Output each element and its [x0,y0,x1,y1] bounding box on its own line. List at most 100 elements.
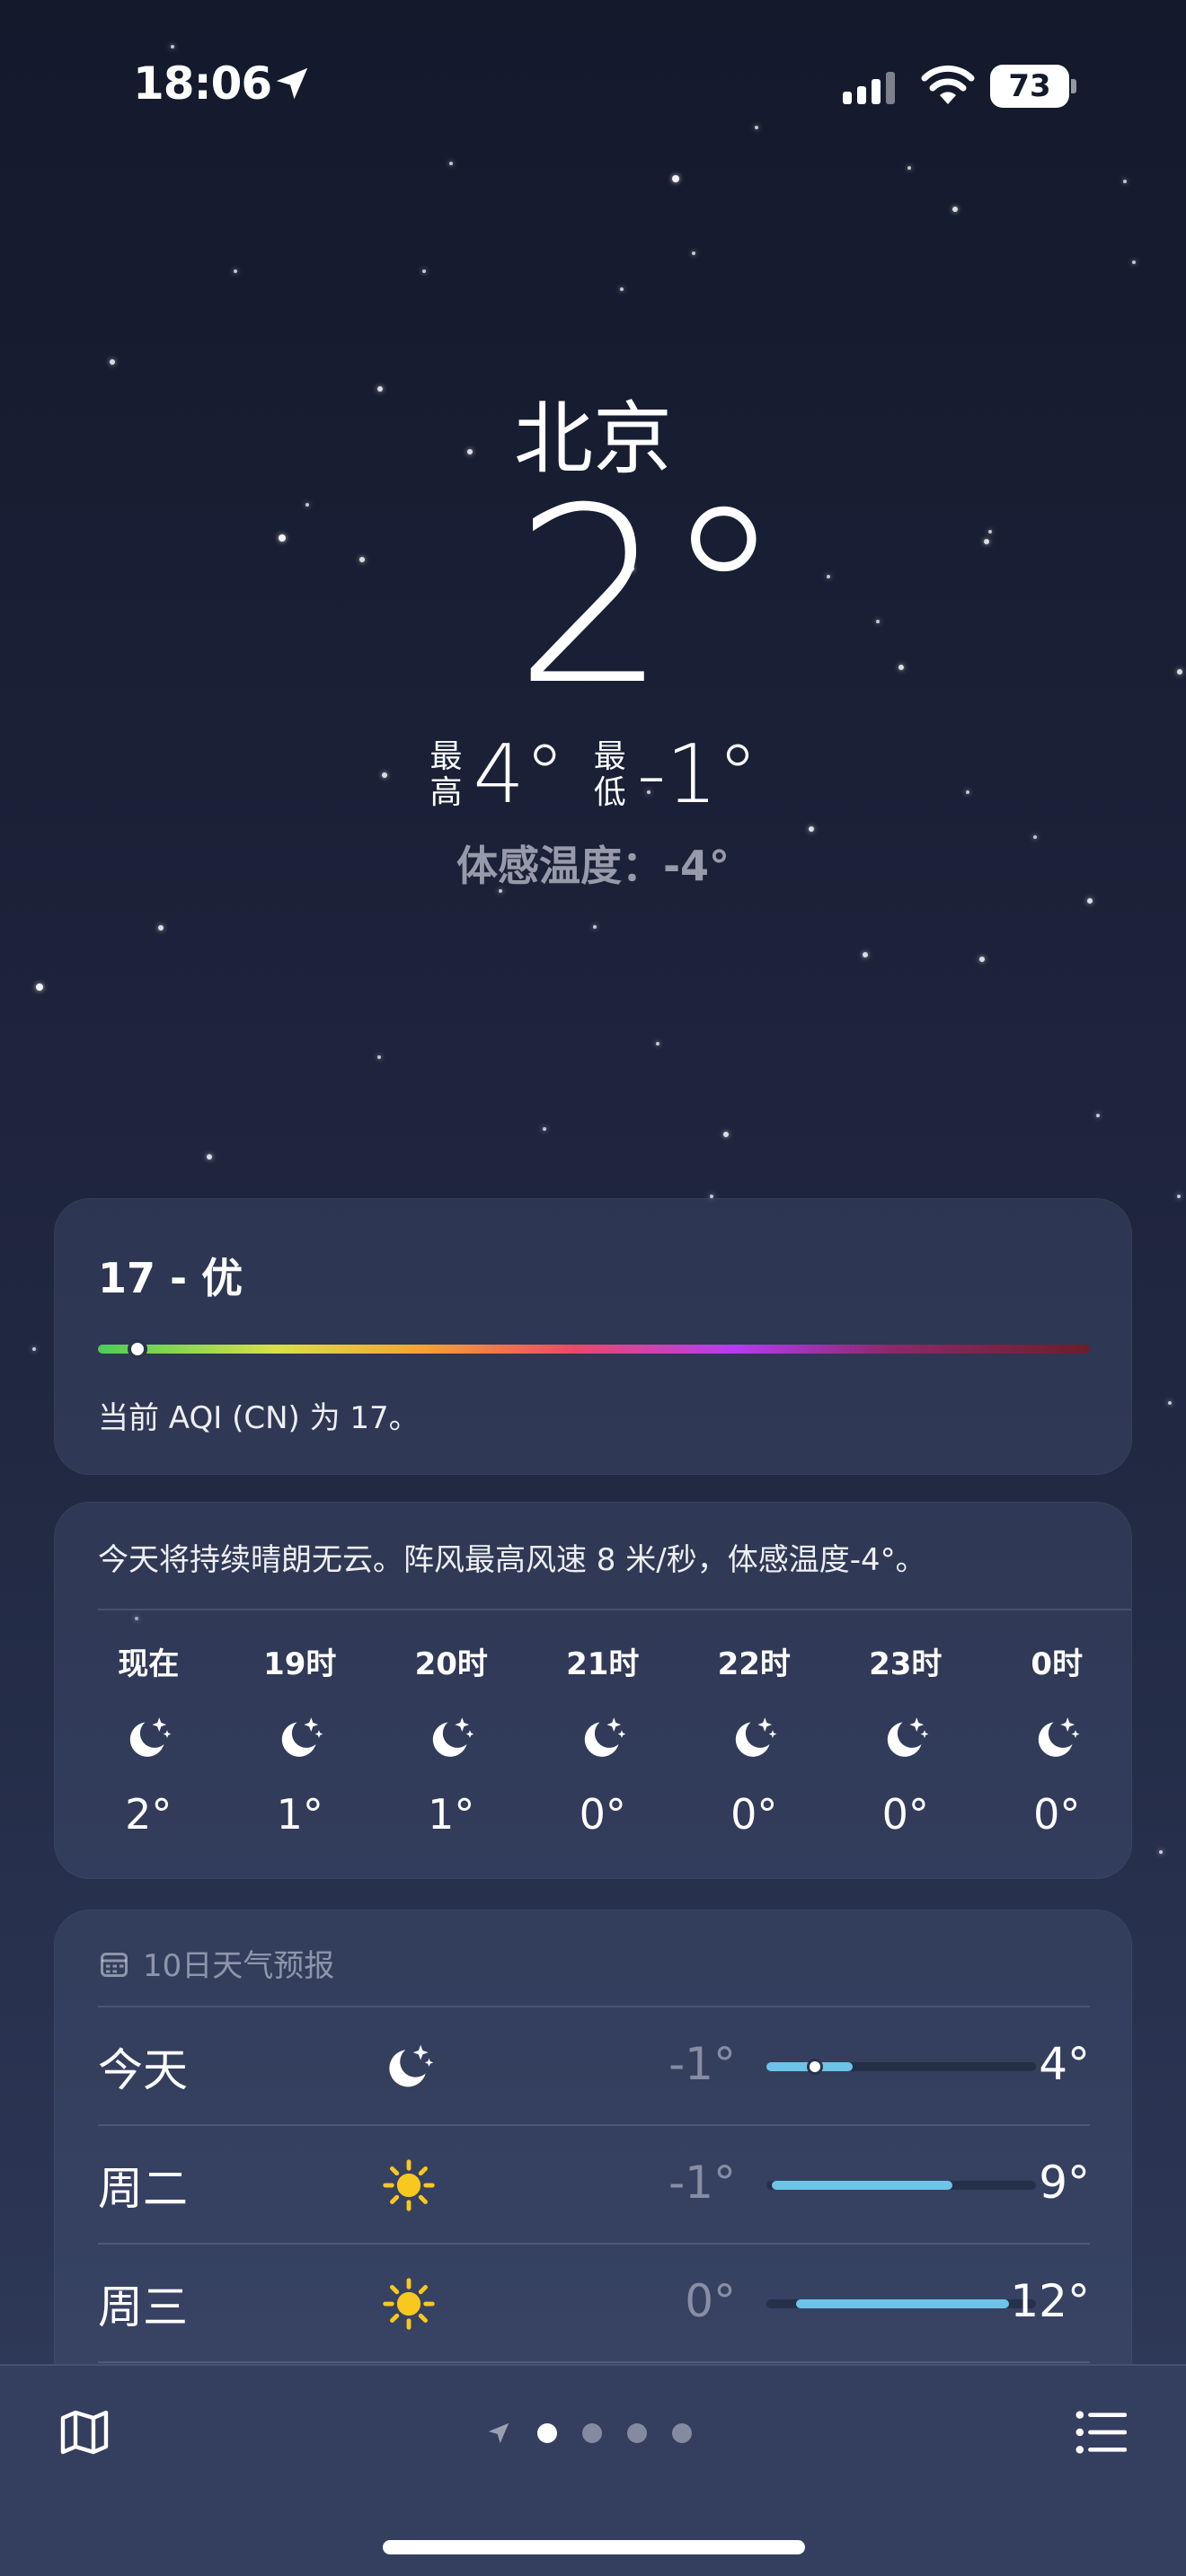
location-arrow-icon [276,67,308,100]
page-indicator[interactable] [485,2420,692,2447]
map-icon[interactable] [58,2405,111,2459]
aqi-title: 17 - 优 [98,1254,243,1302]
star [809,826,814,832]
hourly-item: 21时 0° [527,1639,679,1864]
home-indicator[interactable] [383,2540,805,2554]
star [305,503,309,507]
high-value: 4° [473,728,565,822]
star [620,287,624,291]
star [979,957,985,962]
city-list-icon[interactable] [1075,2409,1127,2456]
status-time: 18:06 [133,57,272,110]
daily-row[interactable]: 今天 -1° 4° [98,2006,1090,2122]
page-dot[interactable] [627,2423,647,2443]
hourly-item: 20时 1° [376,1639,527,1864]
hourly-forecast-card[interactable]: 今天将持续晴朗无云。阵风最高风速 8 米/秒，体感温度-4°。 现在 2° 19时 1… [54,1502,1132,1879]
moon-stars-icon [433,1717,474,1757]
star [36,984,43,991]
moon-stars-icon [130,1717,172,1757]
star [1123,180,1127,183]
battery-indicator: 73 [990,65,1076,108]
star [984,539,989,544]
moon-stars-icon [584,1717,626,1757]
divider [98,1609,1131,1610]
current-temperature-dot [807,2059,823,2075]
hour-time: 0时 [1031,1646,1084,1682]
hour-time: 22时 [717,1646,791,1682]
star [110,359,115,365]
calendar-icon [101,1952,128,1977]
star [863,952,868,957]
page-dot[interactable] [582,2423,602,2443]
sun-icon [383,2159,435,2211]
temperature-range-track [766,2299,1036,2308]
star [359,557,365,562]
ten-day-header: 10日天气预报 [98,1941,334,1985]
moon-stars-icon [389,2044,434,2087]
star [543,1127,546,1131]
wifi-icon [921,65,975,104]
star [876,620,880,623]
star [207,1154,212,1160]
day-name: 周二 [98,2163,188,2215]
day-high-temperature: 9° [1039,2157,1090,2209]
hour-temperature: 0° [730,1790,778,1839]
page-dot[interactable] [537,2423,557,2443]
star [1132,260,1136,264]
hour-time: 19时 [263,1646,337,1682]
hour-time: 20时 [414,1646,488,1682]
daily-row[interactable]: 周二 -1° 9° [98,2124,1090,2241]
hour-time: 现在 [118,1646,180,1682]
status-bar: 18:06 73 [0,0,1186,171]
low-value: -1° [636,728,758,822]
star [952,207,958,212]
hour-temperature: 2° [125,1790,173,1839]
aqi-gradient-bar [98,1345,1090,1354]
high-low-temperature: 最高 4° 最低 -1° [0,735,1186,816]
temperature-range-fill [772,2181,952,2190]
hourly-list[interactable]: 现在 2° 19时 1° 20时 1° 21时 0° 22时 0° 23时 0° 0时 0° [73,1639,1133,1864]
hourly-summary: 今天将持续晴朗无云。阵风最高风速 8 米/秒，体感温度-4°。 [98,1542,926,1578]
air-quality-card[interactable]: 17 - 优 当前 AQI (CN) 为 17。 [54,1198,1132,1475]
star [32,1347,36,1351]
hourly-item: 22时 0° [678,1639,830,1864]
daily-row[interactable]: 周三 0° 12° [98,2243,1090,2360]
current-temperature: 2° [514,455,784,738]
star [234,269,237,273]
day-low-temperature: 0° [685,2275,736,2327]
star [422,269,426,273]
moon-stars-icon [887,1717,929,1757]
hourly-item: 现在 2° [73,1639,225,1864]
hour-temperature: 1° [276,1790,323,1839]
location-page-icon [488,2422,509,2444]
page-dot[interactable] [672,2423,692,2443]
day-high-temperature: 12° [1010,2275,1090,2327]
battery-level: 73 [990,65,1069,108]
hour-time: 21时 [566,1646,640,1682]
hourly-item: 0时 0° [981,1639,1133,1864]
star [1159,1850,1163,1854]
day-low-temperature: -1° [668,2038,736,2090]
temperature-range-track [766,2181,1036,2190]
star [1096,1114,1100,1117]
star [593,925,597,929]
ten-day-forecast-card[interactable]: 10日天气预报 今天 -1° 4° 周二 -1° 9° 周三 0° 12° [54,1910,1132,2413]
hourly-item: 19时 1° [225,1639,376,1864]
aqi-description: 当前 AQI (CN) 为 17。 [98,1400,420,1436]
star [827,575,830,578]
star [988,530,992,534]
temperature-range-fill [796,2299,1009,2308]
hour-temperature: 0° [579,1790,626,1839]
hour-temperature: 0° [881,1790,929,1839]
star [692,251,695,255]
star [158,925,164,931]
star [1168,1401,1172,1405]
moon-stars-icon [736,1717,777,1757]
moon-stars-icon [281,1717,323,1757]
aqi-indicator-dot [128,1339,148,1359]
star [1087,898,1093,904]
ten-day-title: 10日天气预报 [143,1948,335,1984]
hour-temperature: 1° [428,1790,475,1839]
star [377,1055,381,1059]
battery-cap [1071,79,1076,93]
